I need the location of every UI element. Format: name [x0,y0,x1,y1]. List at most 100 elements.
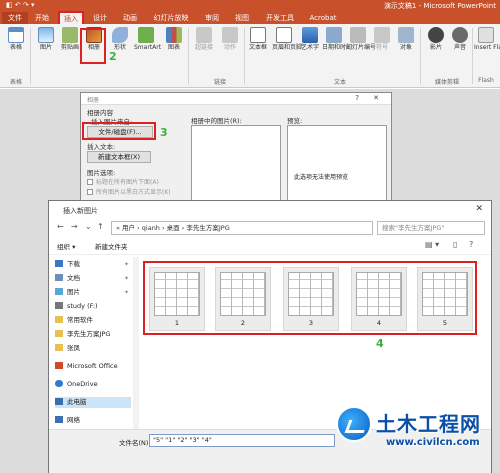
divider [188,28,189,84]
slide-number-button[interactable]: 幻灯片编号 [346,27,376,51]
network-icon [55,416,63,423]
quick-access-toolbar[interactable]: ◧ ↶ ↷ ▾ [6,1,35,9]
pictures-in-album-list[interactable] [191,125,281,201]
picture-options-label: 图片选项: [87,169,116,177]
hyperlink-button[interactable]: 超链接 [192,27,216,51]
sidebar-scrollbar[interactable] [133,257,139,429]
ribbon: 表格 图片 剪贴画 相册 形状 SmartArt 图表 超链接 动作 文本框 页… [0,24,500,88]
sidebar-item-pictures[interactable]: 图片 ✦ [55,287,131,298]
view-options-icon[interactable]: ▤ ▾ [425,240,439,249]
floor-plan-thumbnail [356,272,402,316]
new-folder-button[interactable]: 新建文件夹 [95,241,128,251]
table-button[interactable]: 表格 [4,27,28,51]
tab-home[interactable]: 开始 [30,12,54,24]
header-footer-button[interactable]: 页眉和页脚 [272,27,302,51]
tab-file[interactable]: 文件 [2,12,28,24]
sidebar-item-li-plan-jpg[interactable]: 李先生方案JPG [55,329,131,340]
dialog-controls[interactable]: ? ✕ [355,94,385,102]
tab-slideshow[interactable]: 幻灯片放映 [146,12,196,24]
datetime-button[interactable]: 日期和时间 [322,27,352,51]
download-icon [55,260,63,267]
symbol-button[interactable]: 符号 [370,27,394,51]
filename-input[interactable]: "5" "1" "2" "3" "4" [149,434,335,447]
sidebar-item-downloads[interactable]: 下载 ✦ [55,259,131,270]
pictures-in-album-label: 相册中的图片(R): [191,117,242,125]
cloud-icon [55,380,63,387]
video-button[interactable]: 影片 [424,27,448,51]
insert-flash-button[interactable]: Insert Flash [474,27,500,51]
action-button[interactable]: 动作 [218,27,242,51]
tab-developer[interactable]: 开发工具 [260,12,300,24]
group-label-flash: Flash [478,77,494,84]
watermark-url: www.civilcn.com [386,437,480,448]
divider [244,28,245,84]
omega-icon [374,27,390,43]
image-thumbnail[interactable]: 2 [215,267,271,331]
wordart-button[interactable]: 艺术字 [298,27,322,51]
image-thumbnail[interactable]: 3 [283,267,339,331]
picture-button[interactable]: 图片 [34,27,58,51]
sidebar-item-common-software[interactable]: 常用软件 [55,315,131,326]
flash-icon [478,27,494,43]
divider [30,28,31,84]
tab-animations[interactable]: 动画 [118,12,142,24]
address-bar[interactable]: « 用户 › qianh › 桌面 › 李先生方案JPG [111,221,373,235]
folder-icon [55,330,63,337]
sidebar-item-documents[interactable]: 文档 ✦ [55,273,131,284]
chart-button[interactable]: 图表 [162,27,186,51]
search-input[interactable]: 搜索"李先生方案JPG" [377,221,485,235]
clipart-button[interactable]: 剪贴画 [58,27,82,51]
audio-button[interactable]: 声音 [448,27,472,51]
sidebar-item-this-pc[interactable]: 此电脑 [55,397,131,408]
file-dialog-titlebar: 插入新图片 ✕ [49,201,491,219]
chart-icon [166,27,182,43]
image-thumbnail[interactable]: 5 [417,267,473,331]
folder-icon [55,344,63,351]
black-white-checkbox[interactable]: 所有图片以黑白方式显示(K) [87,187,171,196]
floor-plan-thumbnail [154,272,200,316]
object-button[interactable]: 对象 [394,27,418,51]
floor-plan-thumbnail [220,272,266,316]
album-highlight-box [80,28,106,64]
tab-insert[interactable]: 插入 [58,11,84,24]
folder-icon [55,316,63,323]
image-thumbnail[interactable]: 4 [351,267,407,331]
recent-chevron-icon[interactable]: ⌄ [85,222,92,231]
sidebar-item-microsoft-office[interactable]: Microsoft Office [55,361,131,372]
breadcrumb[interactable]: « 用户 › qianh › 桌面 › 李先生方案JPG [116,224,230,232]
shapes-button[interactable]: 形状 [108,27,132,51]
close-icon[interactable]: ✕ [475,204,483,214]
caption-checkbox[interactable]: 标题在所有图片下面(A) [87,177,159,186]
sidebar-item-network[interactable]: 网络 [55,415,131,426]
smartart-button[interactable]: SmartArt [134,27,161,51]
floor-plan-thumbnail [422,272,468,316]
hyperlink-icon [196,27,212,43]
action-icon [222,27,238,43]
title-bar: ◧ ↶ ↷ ▾ 演示文稿1 - Microsoft PowerPoint [0,0,500,10]
tab-design[interactable]: 设计 [88,12,112,24]
tab-acrobat[interactable]: Acrobat [306,12,340,24]
tab-review[interactable]: 审阅 [200,12,224,24]
tab-view[interactable]: 视图 [230,12,254,24]
document-icon [55,274,63,281]
help-icon[interactable]: ? [469,240,473,249]
group-label-media: 媒体剪辑 [434,79,459,86]
textbox-button[interactable]: 文本框 [246,27,270,51]
album-dialog-title: 相册 [87,97,100,104]
new-textbox-button[interactable]: 新建文本框(X) [87,151,151,163]
sidebar-item-study-drive[interactable]: study (F:) [55,301,131,312]
organize-button[interactable]: 组织 ▾ [57,241,75,251]
up-arrow-icon[interactable]: ↑ [97,222,104,231]
back-arrow-icon[interactable]: ← [57,222,64,231]
watermark-brand: 土木工程网 [376,412,481,436]
preview-pane: 此选项无法使用预览 [287,125,387,201]
pin-icon: ✦ [123,289,129,296]
calendar-icon [326,27,342,43]
sidebar-item-zhang-feng[interactable]: 张凤 [55,343,131,354]
sidebar-item-onedrive[interactable]: OneDrive [55,379,131,390]
preview-pane-icon[interactable]: ▯ [453,240,457,249]
shapes-icon [112,27,128,43]
forward-arrow-icon[interactable]: → [71,222,78,231]
file-button-highlight-box [82,122,156,140]
image-thumbnail[interactable]: 1 [149,267,205,331]
